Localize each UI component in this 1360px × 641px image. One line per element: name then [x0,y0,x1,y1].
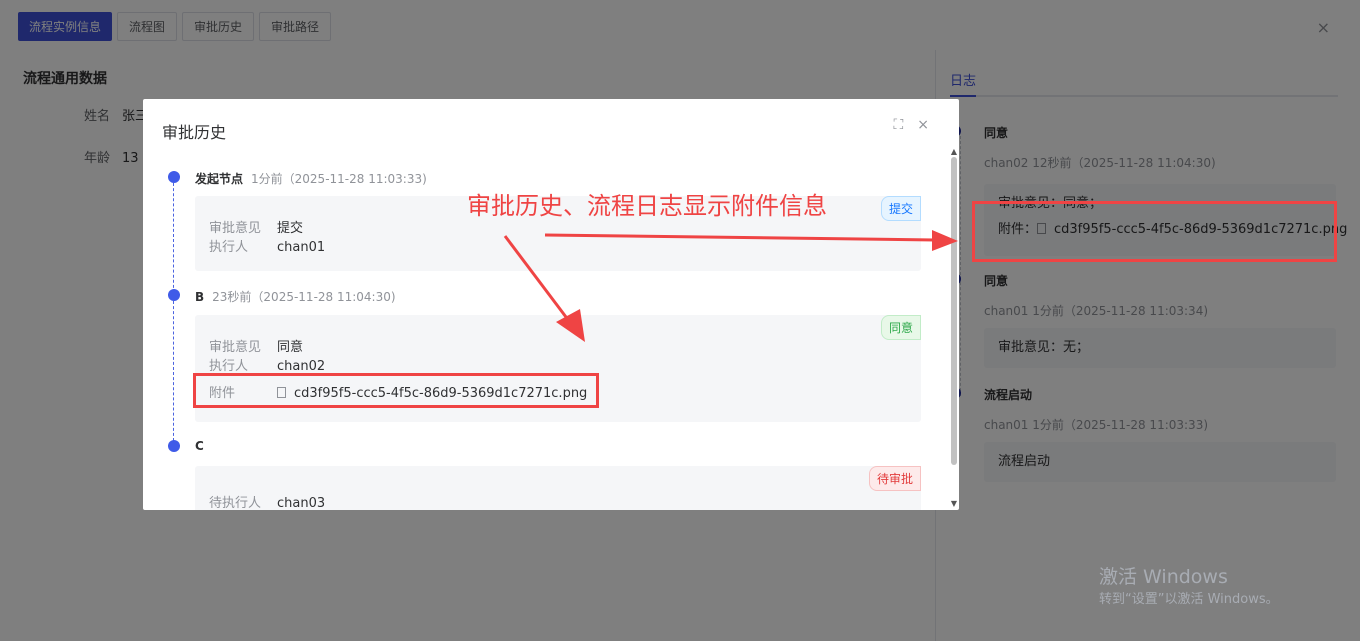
executor-value: chan03 [277,496,326,510]
opinion-value: 提交 [277,221,304,236]
executor-value: chan01 [277,240,326,255]
windows-activation-hint: 转到“设置”以激活 Windows。 [1099,592,1279,607]
windows-activation-title: 激活 Windows [1099,566,1228,588]
highlight-box-log [972,201,1337,262]
highlight-box-dialog [193,373,599,408]
scrollbar[interactable] [951,157,957,465]
timeline-dot [168,440,180,452]
node-time: 23秒前（2025-11-28 11:04:30) [212,290,396,304]
close-icon[interactable]: × [917,117,929,133]
approval-history-dialog: 审批历史 ⛶ × ▲ ▼ 发起节点 1分前（2025-11-28 11:03:33… [143,99,959,510]
executor-label: 执行人 [209,359,249,374]
executor-row: 待执行人 chan03 [209,492,325,510]
executor-label: 执行人 [209,240,249,255]
node-header: C [195,439,204,453]
node-name: B [195,290,205,304]
dialog-actions: ⛶ × [893,117,929,133]
opinion-value: 同意 [277,340,304,355]
timeline-line [173,183,174,293]
fullscreen-icon[interactable]: ⛶ [893,117,903,133]
timeline-dot [168,171,180,183]
node-name: 发起节点 [195,172,244,186]
scroll-down-icon[interactable]: ▼ [951,499,957,508]
status-badge: 提交 [880,196,921,221]
executor-row: 执行人 chan02 [209,355,325,374]
scroll-up-icon[interactable]: ▲ [951,147,957,156]
opinion-label: 审批意见 [209,340,262,355]
node-card: 待审批 待执行人 chan03 [195,466,921,510]
opinion-label: 审批意见 [209,221,262,236]
annotation-text: 审批历史、流程日志显示附件信息 [467,192,827,220]
status-badge: 同意 [880,315,921,340]
executor-label: 待执行人 [209,496,262,510]
node-name: C [195,439,204,453]
dialog-title: 审批历史 [162,123,227,142]
node-time: 1分前（2025-11-28 11:03:33) [251,172,427,186]
executor-row: 执行人 chan01 [209,236,325,255]
opinion-row: 审批意见 提交 [209,217,303,236]
executor-value: chan02 [277,359,326,374]
opinion-row: 审批意见 同意 [209,336,303,355]
node-header: B 23秒前（2025-11-28 11:04:30) [195,288,396,305]
timeline-dot [168,289,180,301]
timeline-line [173,301,174,441]
status-badge: 待审批 [868,466,921,491]
node-header: 发起节点 1分前（2025-11-28 11:03:33) [195,170,427,187]
